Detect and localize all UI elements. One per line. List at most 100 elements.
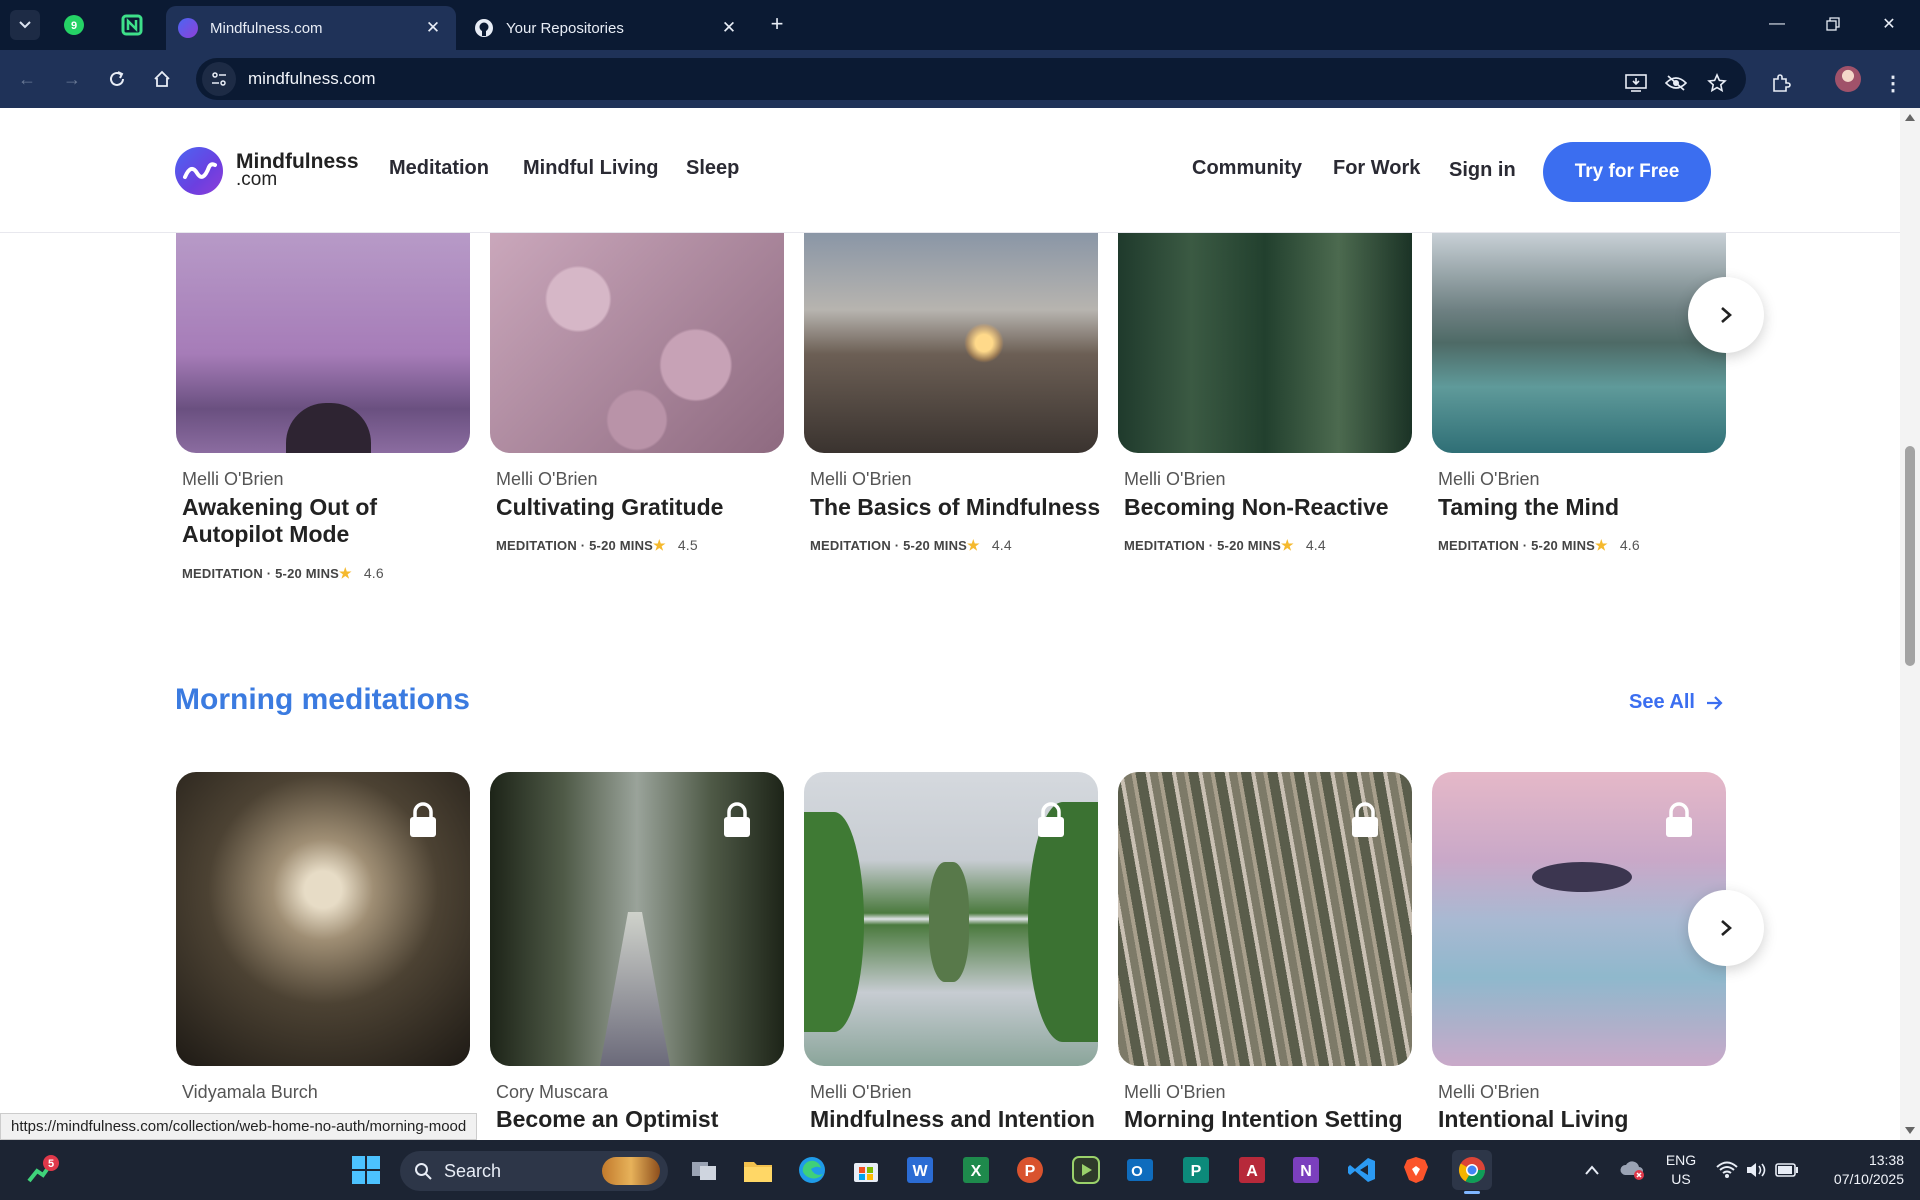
card-image[interactable]: [804, 772, 1098, 1066]
carousel-next-button[interactable]: [1688, 277, 1764, 353]
vscode-button[interactable]: [1342, 1150, 1382, 1190]
star-icon: [1707, 73, 1727, 93]
card-title[interactable]: Intentional Living: [1438, 1106, 1728, 1133]
onedrive-button[interactable]: [1612, 1150, 1652, 1190]
card-image[interactable]: [1118, 772, 1412, 1066]
card-image[interactable]: [1118, 233, 1412, 453]
card-title[interactable]: Become an Optimist: [496, 1106, 786, 1133]
word-button[interactable]: W: [900, 1150, 940, 1190]
nav-meditation[interactable]: Meditation: [389, 157, 489, 180]
nav-for-work[interactable]: For Work: [1333, 157, 1420, 180]
new-tab-button[interactable]: +: [757, 8, 797, 40]
card-image[interactable]: [176, 772, 470, 1066]
try-for-free-button[interactable]: Try for Free: [1543, 142, 1711, 202]
outlook-icon: O: [1127, 1159, 1153, 1181]
restore-icon: [1826, 17, 1840, 31]
site-info-icon[interactable]: [202, 62, 236, 96]
logo-sub: .com: [236, 169, 278, 190]
start-button[interactable]: [346, 1150, 386, 1190]
card-title[interactable]: Cultivating Gratitude: [496, 494, 786, 521]
tab-search-button[interactable]: [10, 10, 40, 40]
profile-avatar[interactable]: [1835, 66, 1861, 92]
see-all-link[interactable]: See All: [1629, 691, 1725, 714]
nav-sign-in[interactable]: Sign in: [1449, 159, 1516, 182]
card-image[interactable]: [490, 233, 784, 453]
battery-button[interactable]: [1767, 1150, 1807, 1190]
task-view-button[interactable]: [684, 1150, 724, 1190]
close-tab-icon[interactable]: ✕: [718, 18, 740, 38]
card-title[interactable]: Taming the Mind: [1438, 494, 1728, 521]
region-label: US: [1671, 1171, 1691, 1187]
card-author: Melli O'Brien: [182, 469, 284, 489]
card-image[interactable]: [176, 233, 470, 453]
nav-community[interactable]: Community: [1192, 157, 1302, 180]
powerpoint-icon: P: [1017, 1157, 1043, 1183]
page-scrollbar[interactable]: [1900, 108, 1920, 1140]
brave-icon: [1404, 1157, 1428, 1183]
bookmark-button[interactable]: [1700, 66, 1734, 100]
pinned-tab-app[interactable]: [116, 10, 148, 40]
excel-button[interactable]: X: [956, 1150, 996, 1190]
show-hidden-icons-button[interactable]: [1572, 1150, 1612, 1190]
back-button[interactable]: ←: [10, 62, 44, 96]
forward-button[interactable]: →: [55, 62, 89, 96]
restore-button[interactable]: [1813, 8, 1853, 40]
search-highlight-image: [602, 1157, 660, 1185]
close-tab-icon[interactable]: ✕: [422, 18, 444, 38]
card-title[interactable]: Morning Intention Setting: [1124, 1106, 1414, 1133]
media-app-button[interactable]: [1066, 1150, 1106, 1190]
site-logo-text[interactable]: Mindfulness .com: [236, 151, 359, 190]
pinned-tab-whatsapp[interactable]: 9: [58, 10, 90, 40]
access-button[interactable]: A: [1232, 1150, 1272, 1190]
card-title[interactable]: Mindfulness and Intention: [810, 1106, 1110, 1133]
task-view-icon: [692, 1162, 716, 1180]
address-bar[interactable]: mindfulness.com: [196, 58, 1746, 100]
card-title[interactable]: The Basics of Mindfulness: [810, 494, 1110, 521]
tab-mindfulness[interactable]: Mindfulness.com ✕: [166, 6, 456, 50]
brave-button[interactable]: [1396, 1150, 1436, 1190]
card-image[interactable]: [1432, 772, 1726, 1066]
arrow-right-icon: [1706, 695, 1723, 710]
store-button[interactable]: [846, 1150, 886, 1190]
reload-button[interactable]: [100, 62, 134, 96]
svg-text:P: P: [1025, 1163, 1036, 1180]
star-icon: ★: [1281, 537, 1294, 553]
install-app-button[interactable]: [1619, 66, 1653, 100]
stocks-widget[interactable]: 5: [22, 1150, 62, 1190]
mindfulness-logo-icon[interactable]: [175, 147, 223, 195]
nav-sleep[interactable]: Sleep: [686, 157, 739, 180]
clock[interactable]: 13:38 07/10/2025: [1810, 1151, 1904, 1189]
tab-repositories[interactable]: Your Repositories ✕: [462, 6, 752, 50]
card-image[interactable]: [490, 772, 784, 1066]
lock-icon: [410, 802, 436, 837]
outlook-button[interactable]: O: [1120, 1150, 1160, 1190]
extensions-button[interactable]: [1764, 66, 1798, 100]
language-indicator[interactable]: ENG US: [1658, 1151, 1704, 1189]
card-title[interactable]: Awakening Out of Autopilot Mode: [182, 494, 472, 548]
card-image[interactable]: [1432, 233, 1726, 453]
chrome-button[interactable]: [1452, 1150, 1492, 1194]
close-window-button[interactable]: ✕: [1869, 8, 1909, 40]
star-icon: ★: [653, 537, 666, 553]
file-explorer-button[interactable]: [738, 1150, 778, 1190]
nav-mindful-living[interactable]: Mindful Living: [523, 157, 659, 180]
onenote-button[interactable]: N: [1286, 1150, 1326, 1190]
wifi-icon: [1716, 1161, 1738, 1178]
scroll-down-icon[interactable]: [1904, 1126, 1916, 1136]
date-label: 07/10/2025: [1833, 1171, 1904, 1187]
see-all-label: See All: [1629, 691, 1695, 713]
powerpoint-button[interactable]: P: [1010, 1150, 1050, 1190]
carousel-next-button[interactable]: [1688, 890, 1764, 966]
scroll-thumb[interactable]: [1905, 446, 1915, 666]
tracking-protection-button[interactable]: [1659, 66, 1693, 100]
menu-button[interactable]: ⋮: [1876, 66, 1910, 100]
publisher-button[interactable]: P: [1176, 1150, 1216, 1190]
search-label: Search: [444, 1160, 502, 1181]
card-title[interactable]: Becoming Non-Reactive: [1124, 494, 1414, 521]
home-button[interactable]: [145, 62, 179, 96]
minimize-button[interactable]: —: [1757, 8, 1797, 40]
scroll-up-icon[interactable]: [1904, 112, 1916, 122]
edge-button[interactable]: [792, 1150, 832, 1190]
card-image[interactable]: [804, 233, 1098, 453]
taskbar-search[interactable]: Search: [400, 1151, 668, 1191]
